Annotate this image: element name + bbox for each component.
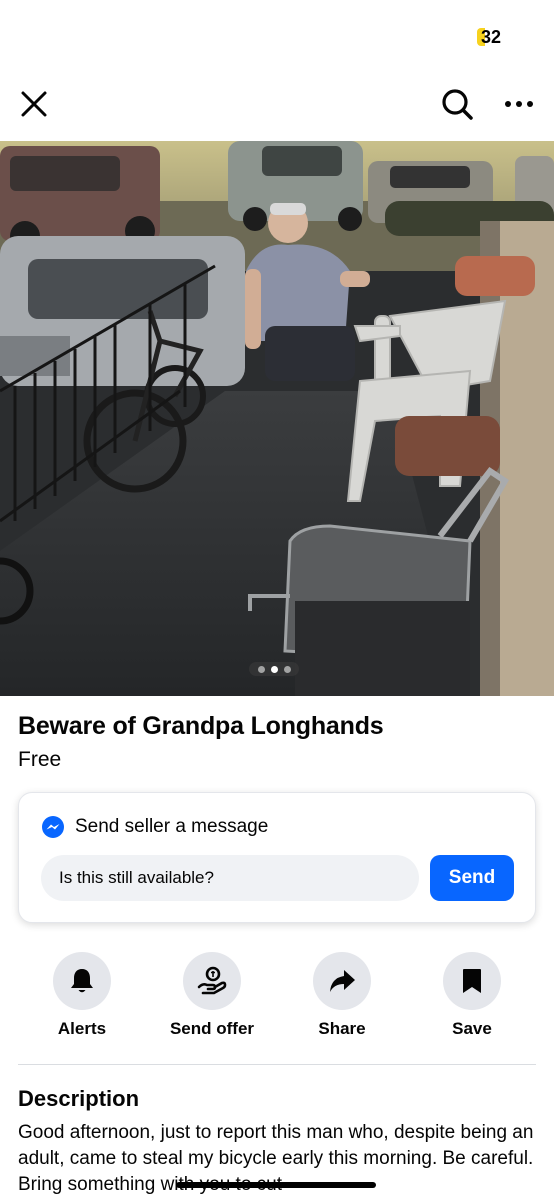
close-button[interactable] — [10, 80, 58, 128]
listing-title: Beware of Grandpa Longhands — [18, 712, 384, 740]
message-heading: Send seller a message — [75, 816, 269, 837]
message-header: Send seller a message — [41, 815, 268, 839]
pager-dot-active[interactable] — [270, 665, 278, 673]
send-button[interactable]: Send — [430, 855, 514, 901]
send-offer-button[interactable]: Send offer — [147, 952, 277, 1039]
alerts-button[interactable]: Alerts — [17, 952, 147, 1039]
pager-dot[interactable] — [257, 665, 265, 673]
listing-photo[interactable] — [0, 141, 554, 696]
action-row: Alerts Send offer Share Save — [0, 952, 554, 1052]
save-button[interactable]: Save — [407, 952, 537, 1039]
alerts-circle — [53, 952, 111, 1010]
divider — [18, 1064, 536, 1065]
message-input[interactable] — [41, 855, 419, 901]
share-icon — [330, 970, 355, 992]
messenger-icon — [42, 816, 64, 838]
send-offer-label: Send offer — [169, 1019, 255, 1038]
more-options-button[interactable] — [495, 80, 543, 128]
pager-dot[interactable] — [283, 665, 291, 673]
share-circle — [313, 952, 371, 1010]
save-circle — [443, 952, 501, 1010]
save-label: Save — [452, 1019, 492, 1038]
top-nav — [0, 80, 554, 130]
battery-indicator: 32 — [477, 26, 501, 48]
search-icon — [442, 89, 473, 120]
alerts-label: Alerts — [57, 1019, 107, 1038]
more-icon — [505, 101, 533, 107]
listing-price: Free — [18, 748, 62, 771]
description-heading: Description — [18, 1086, 140, 1111]
share-label: Share — [318, 1019, 366, 1038]
listing-photo-image — [0, 141, 554, 696]
share-button[interactable]: Share — [277, 952, 407, 1039]
home-indicator[interactable] — [176, 1182, 376, 1188]
search-button[interactable] — [433, 80, 481, 128]
bookmark-icon — [463, 969, 481, 993]
status-bar: 32 — [0, 0, 554, 70]
photo-pager[interactable] — [249, 662, 299, 676]
offer-icon — [197, 966, 227, 995]
close-icon — [21, 91, 47, 117]
message-seller-card: Send seller a message Send — [18, 792, 536, 923]
bell-icon — [71, 969, 93, 993]
battery-level: 32 — [481, 26, 502, 47]
send-offer-circle — [183, 952, 241, 1010]
